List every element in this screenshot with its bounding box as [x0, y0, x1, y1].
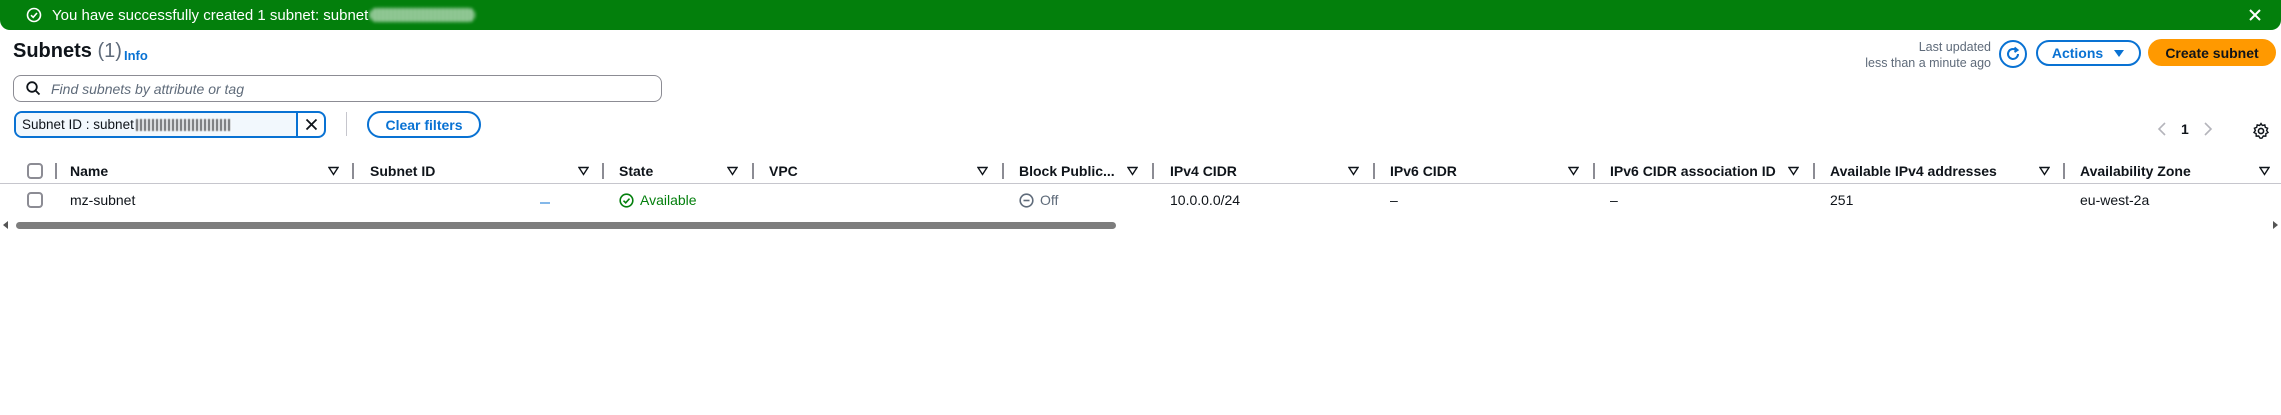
- sort-caret-icon[interactable]: [727, 158, 738, 184]
- filter-token-label[interactable]: Subnet ID : subnet: [16, 113, 296, 136]
- success-flash-banner: You have successfully created 1 subnet: …: [0, 0, 2281, 30]
- check-circle-icon: [619, 192, 634, 208]
- column-divider[interactable]: [1593, 163, 1595, 179]
- column-header-availability-zone[interactable]: Availability Zone: [2080, 158, 2191, 184]
- column-header-subnet-id[interactable]: Subnet ID: [370, 158, 435, 184]
- sort-caret-icon[interactable]: [1127, 158, 1138, 184]
- column-divider[interactable]: [1373, 163, 1375, 179]
- cell-available-ipv4: 251: [1830, 192, 1854, 208]
- sort-caret-icon[interactable]: [1788, 158, 1799, 184]
- search-icon: [26, 81, 41, 96]
- cell-ipv6-cidr: –: [1390, 192, 1398, 208]
- column-header-state[interactable]: State: [619, 158, 653, 184]
- column-divider[interactable]: [1002, 163, 1004, 179]
- redacted-subnet-id: [135, 118, 231, 131]
- close-icon[interactable]: [2245, 5, 2265, 25]
- cell-availability-zone: eu-west-2a: [2080, 192, 2150, 208]
- redacted-subnet-id: [370, 8, 476, 22]
- column-header-name[interactable]: Name: [70, 158, 108, 184]
- scroll-right-arrow[interactable]: [2273, 221, 2278, 229]
- column-header-ipv6-cidr[interactable]: IPv6 CIDR: [1390, 158, 1457, 184]
- row-checkbox[interactable]: [27, 192, 43, 208]
- horizontal-scrollbar[interactable]: [0, 218, 2281, 232]
- column-divider[interactable]: [752, 163, 754, 179]
- page-title: Subnets (1): [13, 40, 122, 63]
- column-divider: [55, 163, 57, 179]
- sort-caret-icon[interactable]: [2259, 158, 2270, 184]
- remove-filter-button[interactable]: [296, 113, 324, 136]
- column-divider[interactable]: [1813, 163, 1815, 179]
- cell-state: Available: [619, 192, 697, 208]
- clear-filters-button[interactable]: Clear filters: [367, 111, 481, 138]
- column-divider[interactable]: [1152, 163, 1154, 179]
- cell-ipv6-assoc: –: [1610, 192, 1618, 208]
- actions-dropdown-button[interactable]: Actions: [2036, 40, 2141, 66]
- page-title-text: Subnets: [13, 40, 92, 62]
- table-header: Name Subnet ID State VPC Block Public...…: [0, 158, 2281, 184]
- sort-caret-icon[interactable]: [1568, 158, 1579, 184]
- table-row[interactable]: mz-subnet Available Off 10.0.0.0/24 – – …: [0, 188, 2281, 212]
- column-header-ipv4-cidr[interactable]: IPv4 CIDR: [1170, 158, 1237, 184]
- column-header-block-public[interactable]: Block Public...: [1019, 158, 1115, 184]
- flash-message: You have successfully created 1 subnet: …: [52, 6, 369, 24]
- refresh-button[interactable]: [1999, 40, 2027, 68]
- search-input[interactable]: [51, 80, 631, 97]
- sort-caret-icon[interactable]: [1348, 158, 1359, 184]
- filter-token[interactable]: Subnet ID : subnet: [14, 111, 326, 138]
- column-divider[interactable]: [352, 163, 354, 179]
- create-subnet-button[interactable]: Create subnet: [2148, 39, 2276, 66]
- select-all-checkbox[interactable]: [27, 163, 43, 179]
- sort-caret-icon[interactable]: [977, 158, 988, 184]
- pagination: 1: [2157, 121, 2213, 137]
- search-bar[interactable]: [13, 75, 662, 102]
- refresh-icon: [2007, 46, 2020, 60]
- close-icon: [305, 118, 317, 131]
- column-header-ipv6-assoc[interactable]: IPv6 CIDR association ID: [1610, 158, 1776, 184]
- sort-caret-icon[interactable]: [328, 158, 339, 184]
- page-number[interactable]: 1: [2181, 121, 2189, 137]
- sort-caret-icon[interactable]: [2039, 158, 2050, 184]
- minus-circle-icon: [1019, 192, 1034, 208]
- caret-down-icon: [2114, 49, 2125, 57]
- cell-block-public: Off: [1019, 192, 1058, 208]
- column-divider[interactable]: [2063, 163, 2065, 179]
- divider: [346, 112, 347, 136]
- check-circle-icon: [26, 7, 42, 23]
- cell-subnet-id-link[interactable]: [540, 202, 550, 204]
- last-updated: Last updated less than a minute ago: [1865, 40, 1991, 70]
- info-link[interactable]: Info: [124, 48, 148, 63]
- cell-ipv4-cidr: 10.0.0.0/24: [1170, 192, 1241, 208]
- chevron-right-icon[interactable]: [2203, 122, 2213, 136]
- column-header-vpc[interactable]: VPC: [769, 158, 798, 184]
- subnet-count: (1): [97, 40, 122, 62]
- column-divider[interactable]: [602, 163, 604, 179]
- cell-name: mz-subnet: [70, 192, 136, 208]
- scrollbar-thumb[interactable]: [16, 222, 1116, 229]
- sort-caret-icon[interactable]: [578, 158, 589, 184]
- column-header-available-ipv4[interactable]: Available IPv4 addresses: [1830, 158, 1997, 184]
- gear-icon[interactable]: [2252, 122, 2270, 140]
- chevron-left-icon[interactable]: [2157, 122, 2167, 136]
- scroll-left-arrow[interactable]: [3, 221, 8, 229]
